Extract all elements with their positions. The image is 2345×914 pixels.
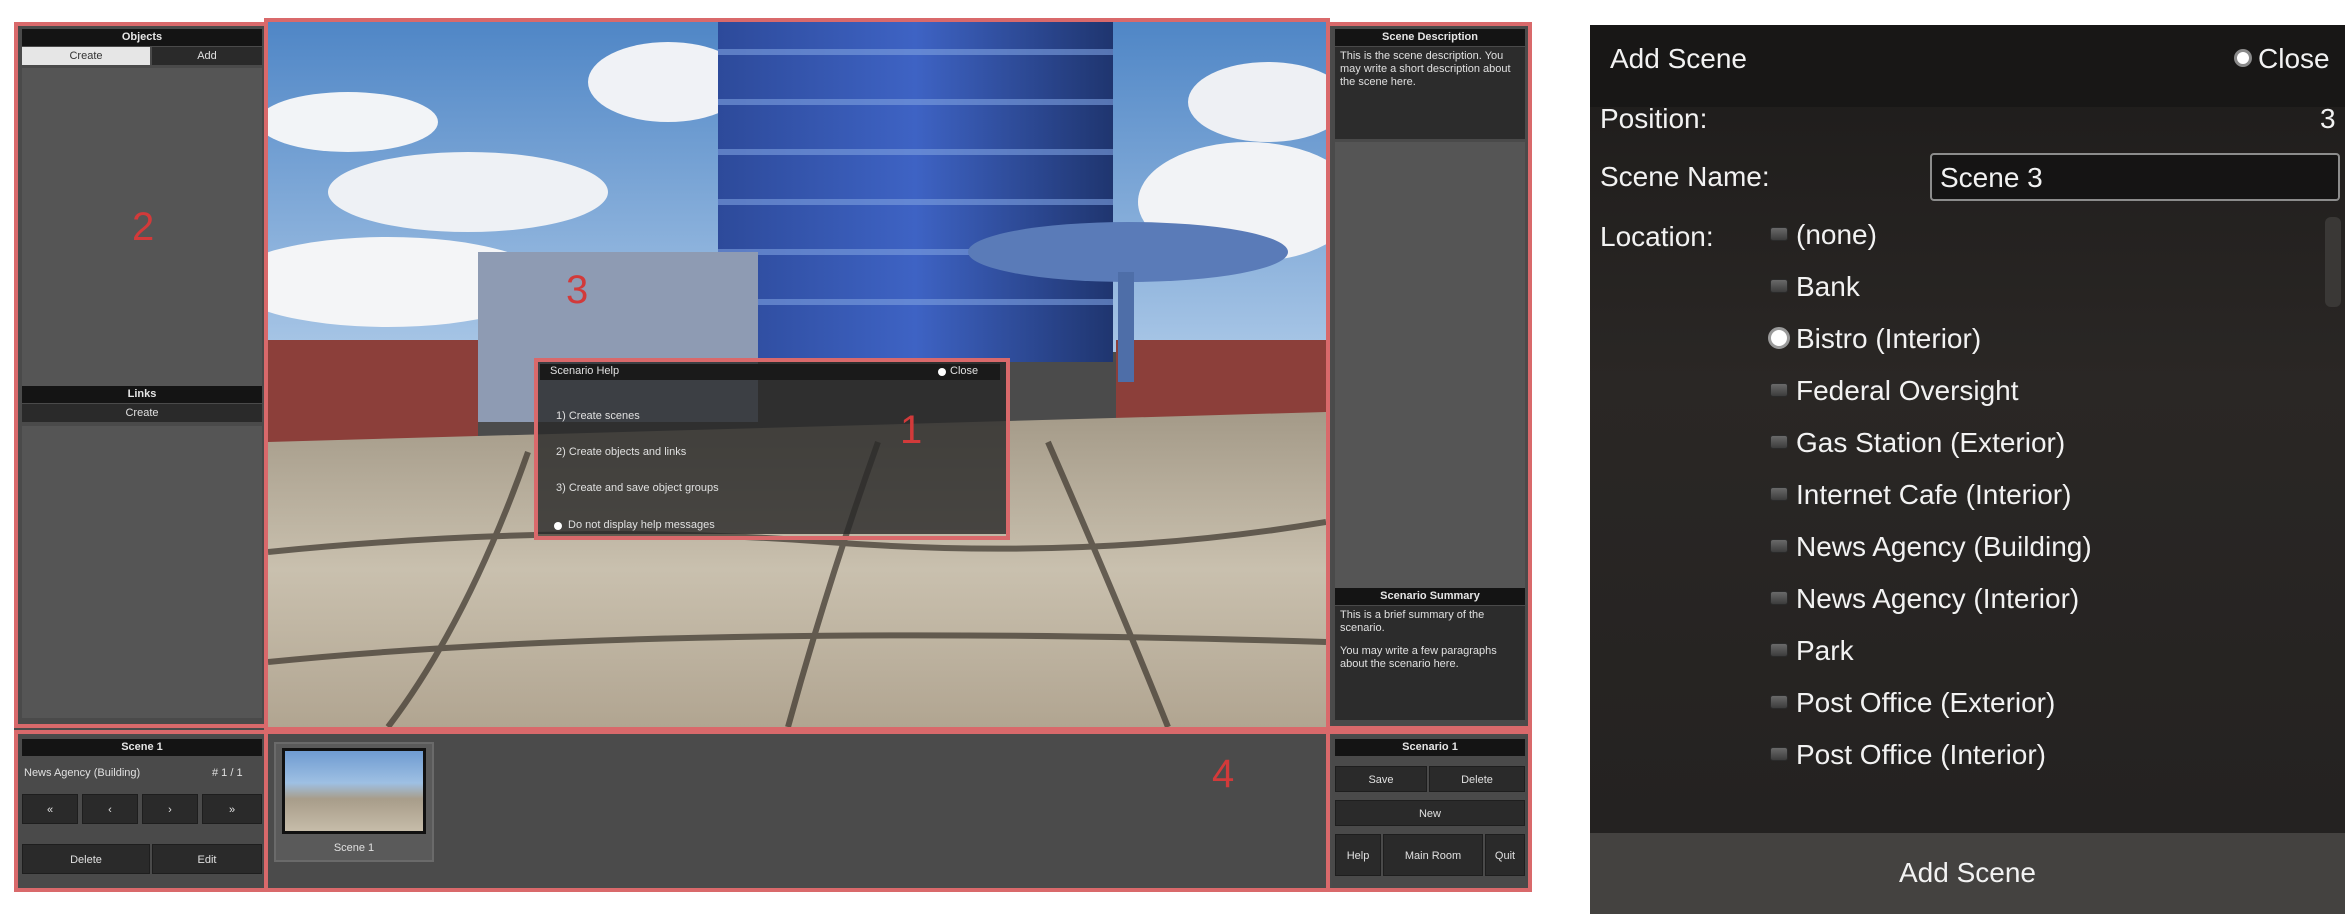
location-option-5[interactable]: Internet Cafe (Interior) [1796, 479, 2071, 511]
scene-name-label: Scene Name: [1600, 161, 1770, 192]
location-option-0[interactable]: (none) [1796, 219, 1877, 251]
bottom-left-outline [14, 730, 268, 892]
location-radio-1[interactable] [1770, 279, 1788, 293]
region-1-outline [534, 358, 1010, 540]
marker-2: 2 [132, 205, 155, 249]
bottom-middle-outline [264, 730, 1330, 892]
add-scene-dialog: Add Scene Close Position: 3 Scene Name: … [1590, 25, 2345, 914]
location-radio-8[interactable] [1770, 643, 1788, 657]
marker-3: 3 [566, 268, 589, 312]
location-option-8[interactable]: Park [1796, 635, 1854, 667]
dialog-close-button[interactable]: Close [2258, 43, 2330, 75]
location-option-3[interactable]: Federal Oversight [1796, 375, 2019, 407]
location-option-9[interactable]: Post Office (Exterior) [1796, 687, 2055, 719]
dialog-title: Add Scene [1610, 43, 1747, 74]
location-option-2[interactable]: Bistro (Interior) [1796, 323, 1981, 355]
add-scene-button[interactable]: Add Scene [1590, 833, 2345, 914]
location-option-7[interactable]: News Agency (Interior) [1796, 583, 2079, 615]
location-radio-9[interactable] [1770, 695, 1788, 709]
location-option-4[interactable]: Gas Station (Exterior) [1796, 427, 2065, 459]
add-scene-button-label: Add Scene [1899, 857, 2036, 888]
location-list: (none) Bank Bistro (Interior) Federal Ov… [1760, 217, 2320, 817]
position-label: Position: [1600, 103, 1708, 134]
location-radio-5[interactable] [1770, 487, 1788, 501]
location-option-10[interactable]: Post Office (Interior) [1796, 739, 2046, 771]
location-label: Location: [1600, 221, 1714, 252]
position-value: 3 [2320, 103, 2336, 134]
location-radio-2[interactable] [1768, 327, 1790, 349]
scene-name-input[interactable]: Scene 3 [1930, 153, 2340, 201]
location-radio-10[interactable] [1770, 747, 1788, 761]
location-option-1[interactable]: Bank [1796, 271, 1860, 303]
scene-name-value: Scene 3 [1940, 162, 2043, 193]
location-radio-6[interactable] [1770, 539, 1788, 553]
region-2-outline [14, 22, 268, 728]
location-radio-4[interactable] [1770, 435, 1788, 449]
marker-1: 1 [900, 408, 923, 452]
dialog-close-icon[interactable] [2234, 49, 2252, 67]
location-option-6[interactable]: News Agency (Building) [1796, 531, 2092, 563]
location-scrollbar[interactable] [2325, 217, 2341, 307]
bottom-right-outline [1326, 730, 1532, 892]
region-right-outline [1326, 22, 1532, 730]
location-radio-0[interactable] [1770, 227, 1788, 241]
location-radio-3[interactable] [1770, 383, 1788, 397]
location-radio-7[interactable] [1770, 591, 1788, 605]
